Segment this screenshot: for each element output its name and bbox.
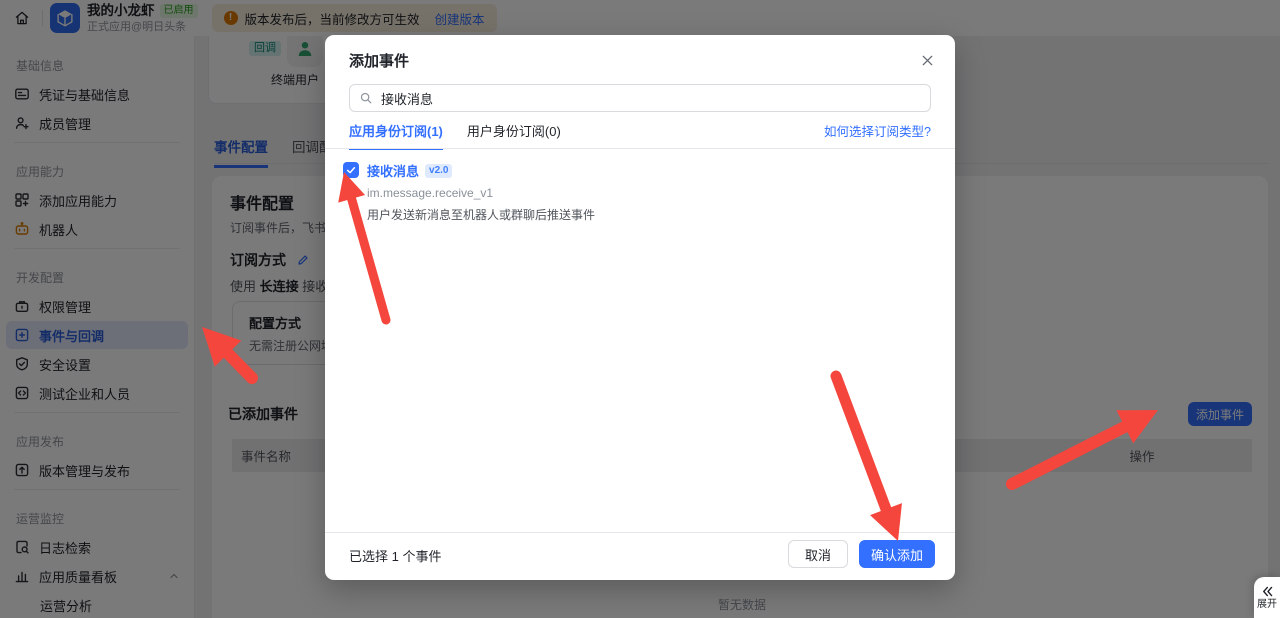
- app-window: 我的小龙虾 已启用 正式应用@明日头条 ! 版本发布后，当前修改方可生效 创建版…: [0, 0, 1280, 618]
- version-badge: v2.0: [425, 164, 452, 178]
- search-icon: [359, 91, 373, 105]
- selected-count-text: 已选择 1 个事件: [349, 546, 441, 565]
- modal-title: 添加事件: [349, 50, 409, 71]
- event-name: 接收消息: [367, 161, 419, 180]
- search-box: [349, 84, 931, 112]
- expand-panel-toggle[interactable]: 展开: [1254, 577, 1280, 618]
- subscription-tabs: 应用身份订阅(1) 用户身份订阅(0) 如何选择订阅类型?: [349, 121, 931, 148]
- help-link[interactable]: 如何选择订阅类型?: [824, 121, 931, 140]
- add-event-modal: 添加事件 应用身份订阅(1) 用户身份订阅(0) 如何选择订阅类型? 接收消息 …: [325, 35, 955, 580]
- modal-footer-divider: [325, 532, 955, 533]
- modal-tabs-divider: [325, 148, 955, 149]
- close-icon[interactable]: [917, 50, 937, 70]
- cancel-button[interactable]: 取消: [788, 540, 848, 568]
- event-description: 用户发送新消息至机器人或群聊后推送事件: [367, 206, 595, 223]
- tab-user-subscription[interactable]: 用户身份订阅(0): [467, 121, 561, 148]
- expand-label: 展开: [1257, 600, 1277, 610]
- event-code: im.message.receive_v1: [367, 186, 595, 200]
- double-chevron-left-icon: [1261, 585, 1274, 598]
- confirm-add-button[interactable]: 确认添加: [859, 540, 935, 568]
- event-list-item[interactable]: 接收消息 v2.0 im.message.receive_v1 用户发送新消息至…: [343, 161, 595, 223]
- search-input[interactable]: [350, 85, 930, 111]
- tab-app-subscription[interactable]: 应用身份订阅(1): [349, 121, 443, 150]
- checkbox-checked[interactable]: [343, 162, 359, 178]
